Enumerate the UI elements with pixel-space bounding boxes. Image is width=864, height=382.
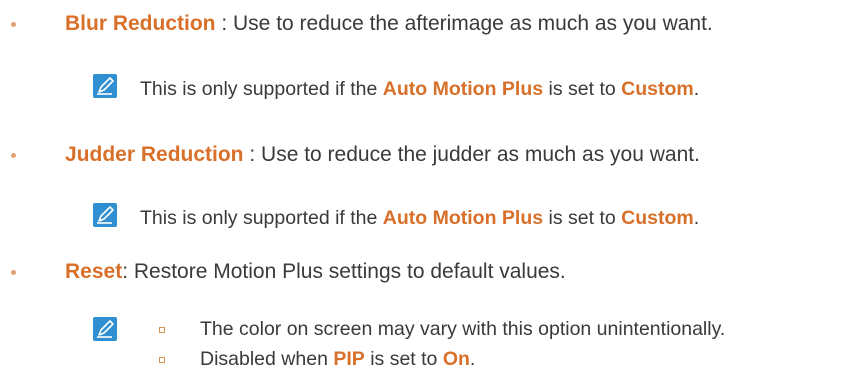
note-pencil-icon — [93, 74, 117, 98]
note-text-post: . — [693, 207, 700, 229]
sub-note-text: Disabled when PIP is set to On. — [200, 348, 476, 370]
sub-note-text-post: . — [469, 348, 476, 370]
term-separator: : — [243, 143, 262, 166]
note-text-post: . — [693, 78, 700, 100]
note-text-mid: is set to — [543, 78, 622, 100]
term-separator: : — [215, 12, 234, 35]
sub-note-highlight-on: On — [442, 348, 470, 370]
note-text: This is only supported if the Auto Motio… — [140, 207, 700, 229]
note-highlight-custom: Custom — [621, 207, 694, 229]
bullet-text: Reset: Restore Motion Plus settings to d… — [65, 261, 566, 282]
note-highlight-auto-motion-plus: Auto Motion Plus — [382, 207, 544, 229]
note-text-mid: is set to — [543, 207, 622, 229]
sub-bullet-square — [159, 327, 165, 333]
term-blur-reduction: Blur Reduction — [65, 12, 216, 35]
manual-page: Blur Reduction : Use to reduce the after… — [0, 0, 864, 382]
note-pencil-icon — [93, 203, 117, 227]
note-text-pre: This is only supported if the — [140, 78, 383, 100]
sub-note-highlight-pip: PIP — [333, 348, 365, 370]
sub-bullet-square — [159, 357, 165, 363]
sub-note-text-pre: Disabled when — [200, 348, 334, 370]
term-description: Use to reduce the afterimage as much as … — [233, 12, 713, 35]
bullet-text: Blur Reduction : Use to reduce the after… — [65, 13, 713, 34]
term-description: Restore Motion Plus settings to default … — [133, 260, 566, 283]
term-judder-reduction: Judder Reduction — [65, 143, 244, 166]
term-reset: Reset — [65, 260, 123, 283]
term-separator: : — [122, 260, 134, 283]
sub-note-text-mid: is set to — [364, 348, 443, 370]
bullet-text: Judder Reduction : Use to reduce the jud… — [65, 144, 700, 165]
bullet-dot — [11, 22, 16, 27]
note-pencil-icon — [93, 317, 117, 341]
bullet-dot — [11, 270, 16, 275]
sub-note-text: The color on screen may vary with this o… — [200, 318, 726, 340]
note-text-pre: This is only supported if the — [140, 207, 383, 229]
note-highlight-auto-motion-plus: Auto Motion Plus — [382, 78, 544, 100]
note-text: This is only supported if the Auto Motio… — [140, 78, 700, 100]
note-highlight-custom: Custom — [621, 78, 694, 100]
bullet-dot — [11, 153, 16, 158]
term-description: Use to reduce the judder as much as you … — [261, 143, 700, 166]
